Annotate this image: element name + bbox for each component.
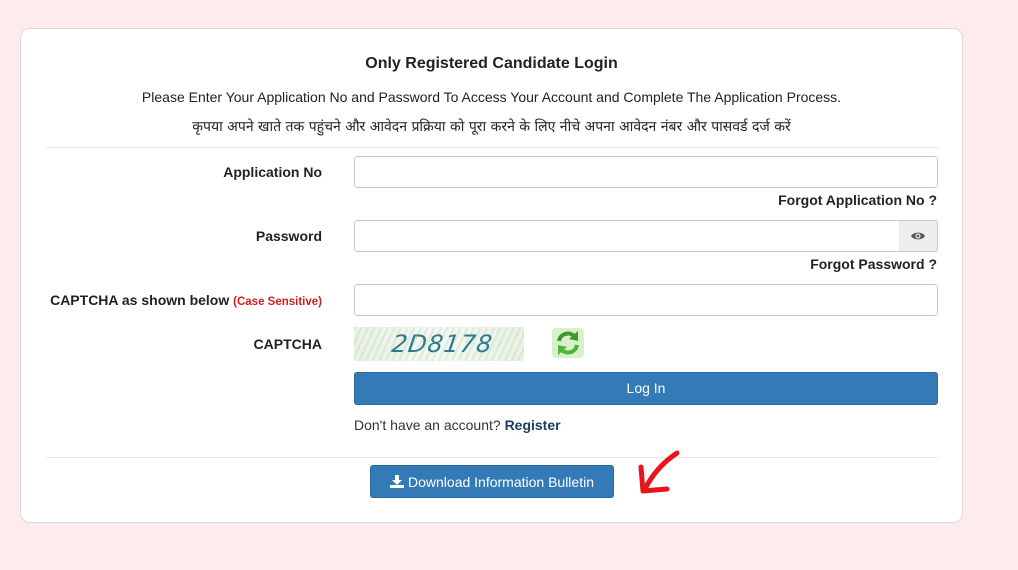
captcha-input-label-text: CAPTCHA as shown below xyxy=(50,292,230,308)
register-prompt-text: Don't have an account? xyxy=(354,417,501,433)
instruction-hindi: कृपया अपने खाते तक पहुंचने और आवेदन प्रक… xyxy=(192,119,791,135)
captcha-text: 2D8178 xyxy=(390,330,495,358)
annotation-arrow-icon xyxy=(638,450,680,494)
footer-divider xyxy=(46,457,939,458)
refresh-captcha-button[interactable] xyxy=(551,327,585,359)
register-link[interactable]: Register xyxy=(505,417,561,433)
instruction-english: Please Enter Your Application No and Pas… xyxy=(141,89,842,105)
captcha-label: CAPTCHA xyxy=(253,336,322,352)
download-bulletin-button[interactable]: Download Information Bulletin xyxy=(370,465,614,498)
download-bulletin-label: Download Information Bulletin xyxy=(408,473,594,490)
application-no-input[interactable] xyxy=(354,156,938,188)
page-title: Only Registered Candidate Login xyxy=(365,55,618,72)
eye-icon xyxy=(911,232,925,240)
captcha-input[interactable] xyxy=(354,284,938,316)
captcha-image: 2D8178 xyxy=(354,327,524,361)
register-prompt: Don't have an account? Register xyxy=(354,417,561,433)
password-label: Password xyxy=(255,228,322,244)
forgot-password-link[interactable]: Forgot Password ? xyxy=(810,256,937,272)
forgot-application-no-link[interactable]: Forgot Application No ? xyxy=(778,192,937,208)
download-icon xyxy=(390,475,404,488)
login-button[interactable]: Log In xyxy=(354,372,938,405)
captcha-input-label: CAPTCHA as shown below (Case Sensitive) xyxy=(50,292,322,308)
password-input[interactable] xyxy=(354,220,900,252)
header-divider xyxy=(46,147,939,148)
show-password-button[interactable] xyxy=(899,220,938,252)
case-sensitive-hint: (Case Sensitive) xyxy=(233,296,322,308)
application-no-label: Application No xyxy=(223,164,322,180)
refresh-icon xyxy=(552,328,584,358)
login-card: Only Registered Candidate Login Please E… xyxy=(20,28,963,523)
